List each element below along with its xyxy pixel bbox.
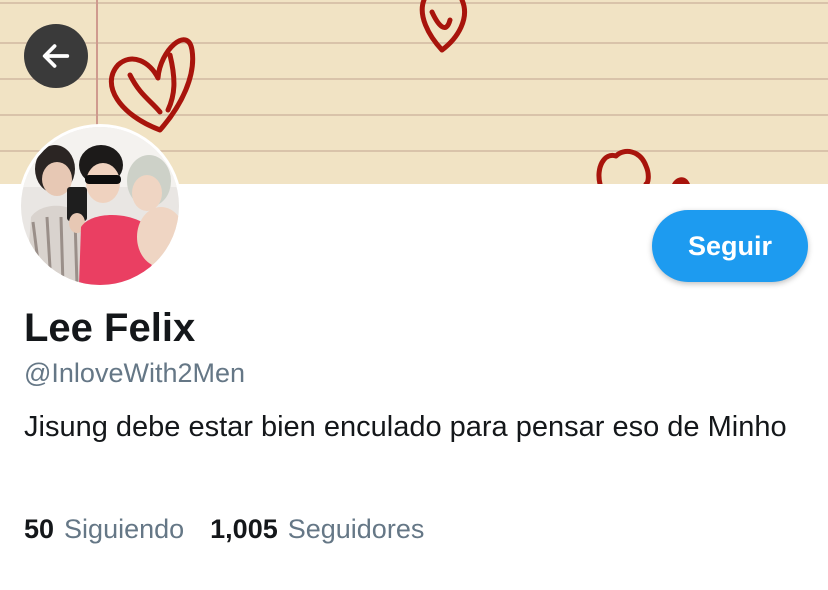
user-handle: @InloveWith2Men — [24, 358, 245, 388]
heart-doodle-top — [419, 0, 467, 53]
profile-stats: 50 Siguiendo 1,005 Seguidores — [24, 514, 450, 545]
heart-doodle-bottom — [596, 148, 651, 184]
avatar[interactable] — [18, 124, 182, 288]
heart-doodle-left — [108, 37, 196, 133]
followers-label: Seguidores — [287, 514, 425, 544]
followers-count: 1,005 — [210, 514, 278, 544]
arrow-left-icon — [42, 44, 70, 68]
profile-bio: Jisung debe estar bien enculado para pen… — [24, 411, 787, 443]
following-count: 50 — [24, 514, 55, 544]
display-name: Lee Felix — [24, 306, 196, 350]
following-stat[interactable]: 50 Siguiendo — [24, 514, 184, 545]
following-label: Siguiendo — [64, 514, 185, 544]
avatar-photo — [21, 127, 179, 285]
followers-stat[interactable]: 1,005 Seguidores — [210, 514, 424, 545]
follow-button[interactable]: Seguir — [652, 210, 808, 282]
back-button[interactable] — [24, 24, 88, 88]
heart-doodle-corner — [672, 177, 690, 184]
